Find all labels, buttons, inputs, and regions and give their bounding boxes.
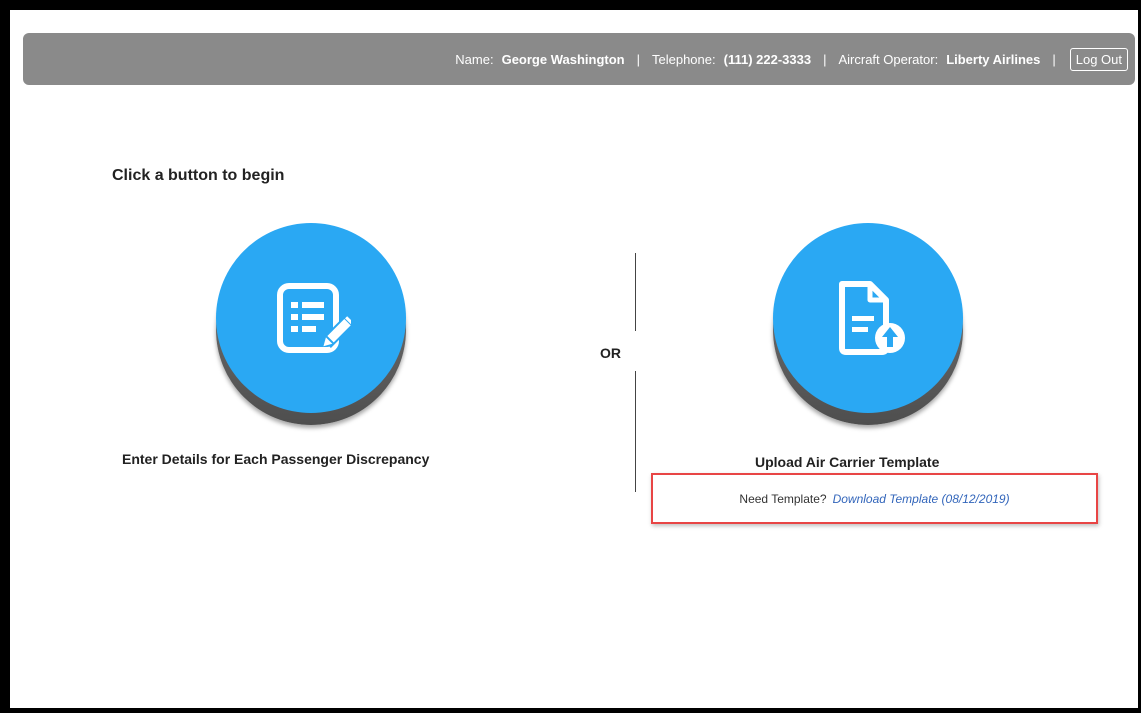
name-value: George Washington	[501, 51, 625, 67]
divider-top	[635, 253, 636, 331]
separator: |	[823, 51, 827, 67]
separator: |	[1052, 51, 1056, 67]
or-label: OR	[600, 345, 621, 361]
top-bar: Name: George Washington | Telephone: (11…	[23, 33, 1135, 85]
document-upload-icon	[839, 281, 905, 355]
upload-template-button[interactable]	[773, 223, 963, 425]
button-face	[773, 223, 963, 413]
page-prompt: Click a button to begin	[112, 167, 285, 184]
enter-details-button[interactable]	[216, 223, 406, 425]
telephone-value: (111) 222-3333	[723, 51, 812, 67]
download-template-link[interactable]: Download Template (08/12/2019)	[833, 492, 1010, 506]
enter-details-caption[interactable]: Enter Details for Each Passenger Discrep…	[122, 451, 429, 467]
button-face	[216, 223, 406, 413]
separator: |	[636, 51, 640, 67]
page-frame	[0, 0, 1141, 713]
operator-label: Aircraft Operator:	[838, 51, 939, 67]
upload-template-caption[interactable]: Upload Air Carrier Template	[755, 454, 939, 470]
logout-button[interactable]: Log Out	[1069, 47, 1128, 71]
need-template-label: Need Template?	[739, 491, 827, 506]
operator-value: Liberty Airlines	[946, 51, 1041, 67]
list-edit-icon	[277, 283, 351, 353]
name-label: Name:	[455, 51, 494, 67]
divider-bottom	[635, 371, 636, 492]
template-download-box: Need Template? Download Template (08/12/…	[651, 473, 1098, 524]
telephone-label: Telephone:	[652, 51, 716, 67]
